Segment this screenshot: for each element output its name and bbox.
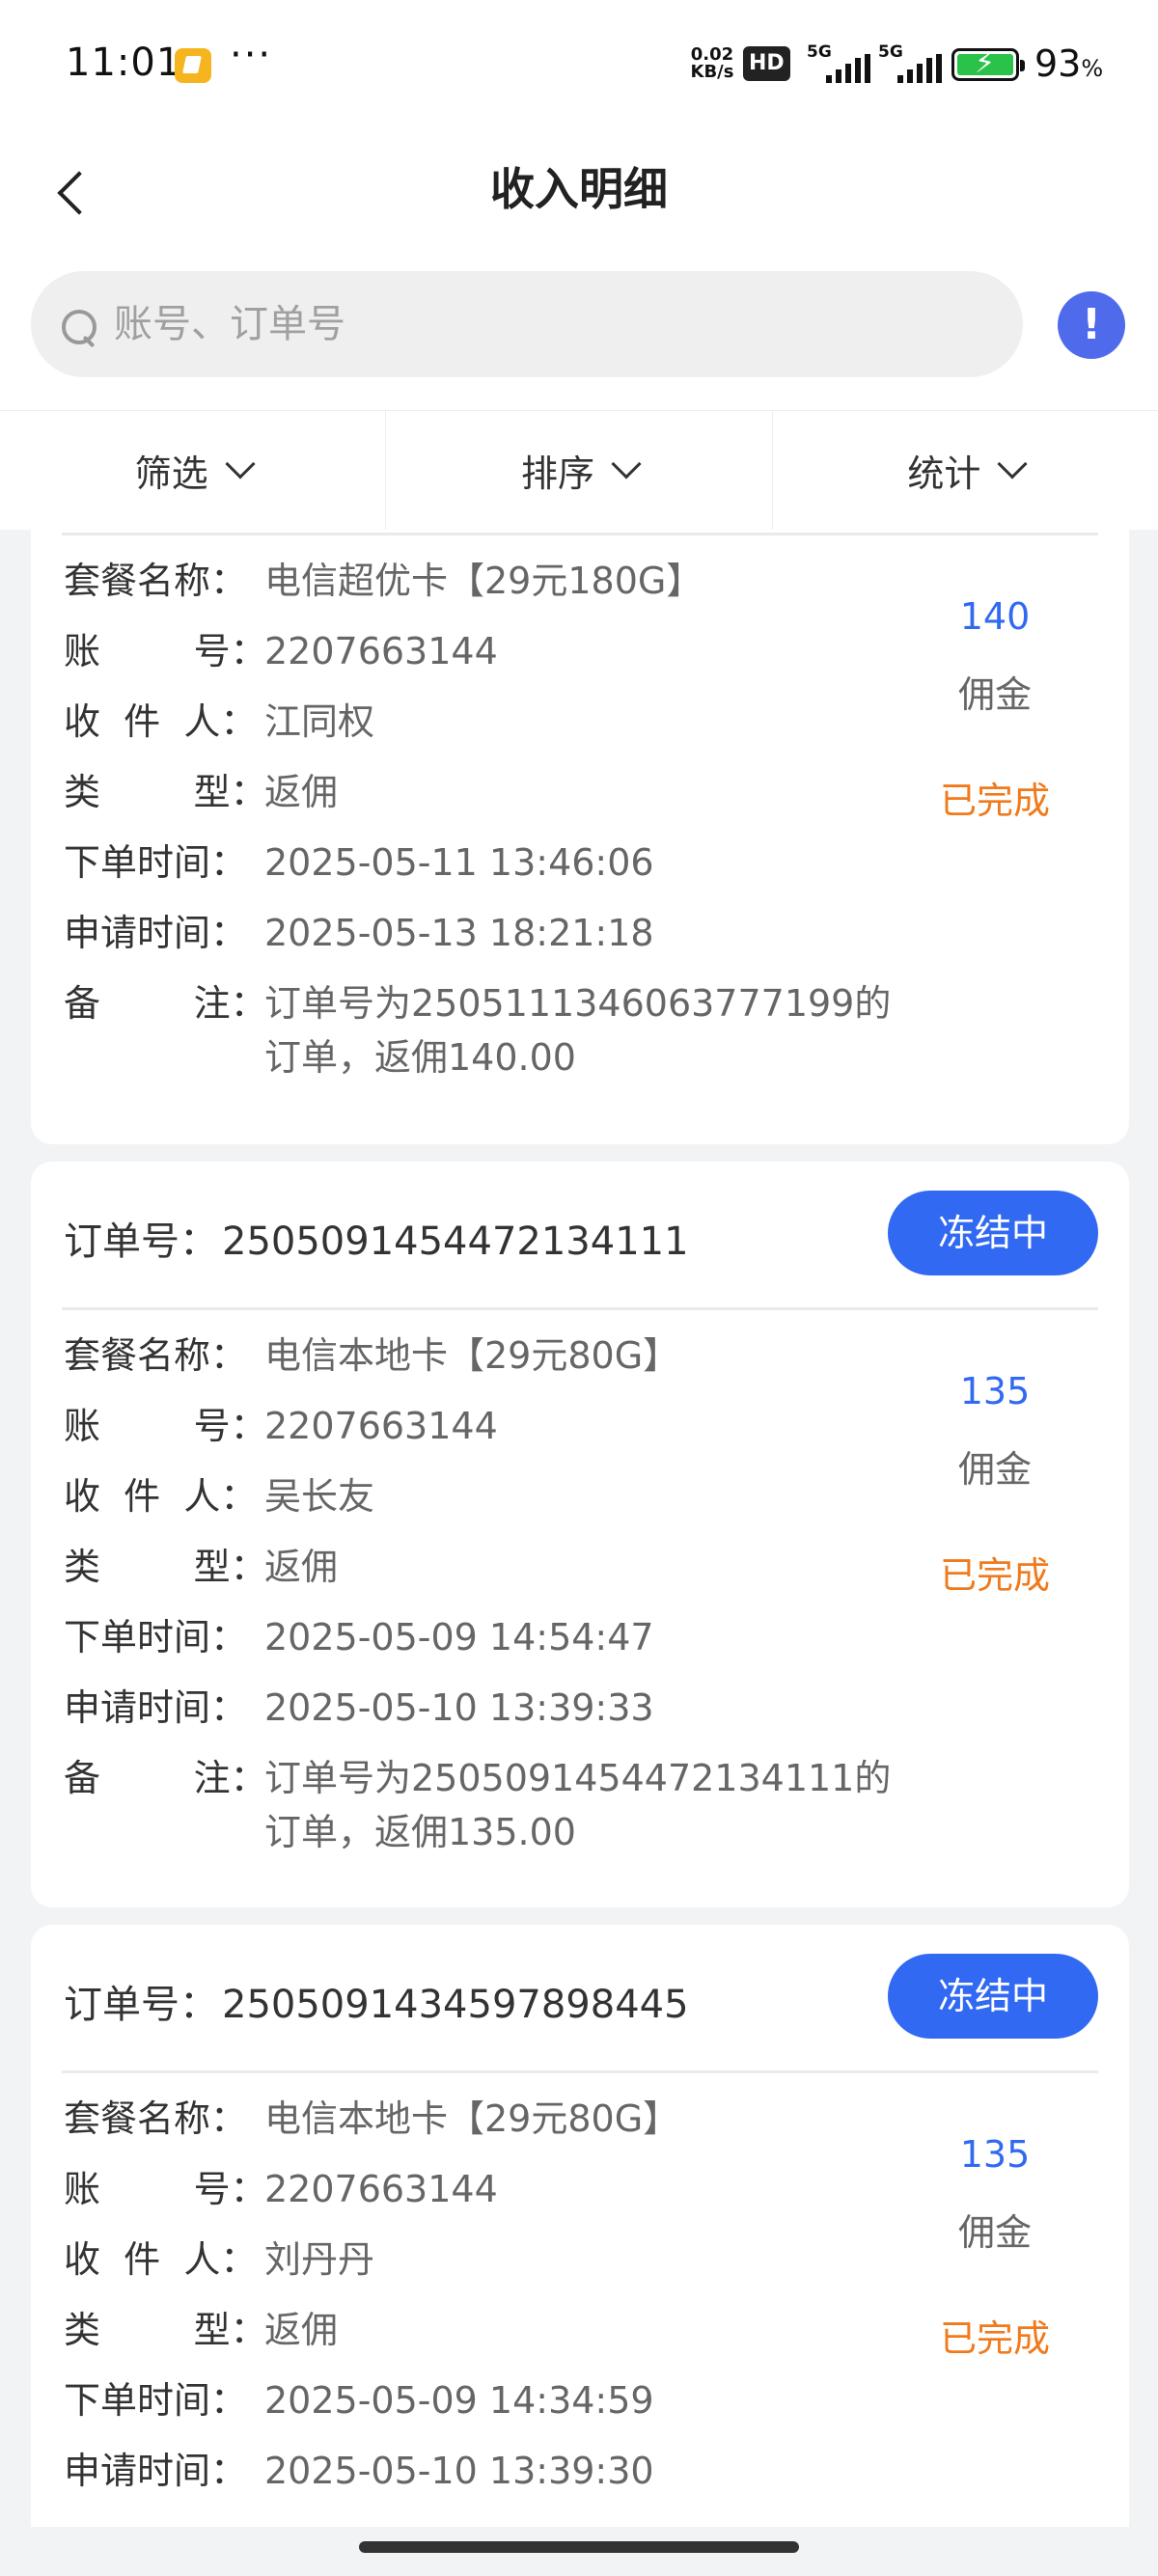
frozen-status-button[interactable]: 冻结中 [888, 1954, 1098, 2039]
search-input[interactable] [114, 290, 982, 358]
status-bar: 11:01 ··· 0.02 KB/s HD 5G 5G ⚡ 93% [0, 0, 1158, 135]
chevron-down-icon [611, 448, 642, 480]
income-detail-page: 11:01 ··· 0.02 KB/s HD 5G 5G ⚡ 93% 收入明细 … [0, 0, 1158, 2576]
battery-percent: 93% [1034, 42, 1104, 85]
signal-icon-sim1: 5G [807, 42, 874, 83]
frozen-status-button[interactable]: 冻结中 [888, 1191, 1098, 1275]
commission-amount: 140 [959, 595, 1031, 638]
chevron-down-icon [997, 448, 1028, 480]
status-badge: 已完成 [939, 1554, 1050, 1597]
order-card[interactable]: 订单号： 2505091454472134111 冻结中 套餐名称： 电信本地卡【2… [31, 1162, 1129, 1907]
search-box[interactable] [31, 271, 1023, 377]
order-number: 订单号： 2505091454472134111 [64, 1219, 689, 1264]
search-icon [56, 310, 96, 348]
notes-app-icon [175, 48, 211, 83]
remark-text: 订单号为2505091454472134111的 订单，返佣135.00 [264, 1757, 892, 1853]
info-button[interactable]: ! [1058, 291, 1125, 359]
signal-icon-sim2: 5G [878, 42, 946, 83]
commission-amount: 135 [959, 1370, 1031, 1412]
clock: 11:01 [66, 41, 182, 85]
home-indicator[interactable] [359, 2541, 799, 2553]
filter-dropdown[interactable]: 筛选 [0, 411, 387, 530]
order-card[interactable]: 订单号： 2505091434597898445 冻结中 套餐名称： 电信本地卡【2… [31, 1925, 1129, 2527]
charging-icon: ⚡ [975, 46, 996, 80]
filter-bar: 筛选 排序 统计 [0, 410, 1158, 530]
remark-text: 订单号为2505111346063777199的 订单，返佣140.00 [264, 982, 892, 1079]
statistics-dropdown[interactable]: 统计 [773, 411, 1158, 530]
status-badge: 已完成 [939, 780, 1050, 822]
commission-label: 佣金 [957, 1448, 1032, 1491]
sort-dropdown[interactable]: 排序 [386, 411, 773, 530]
chevron-down-icon [225, 448, 256, 480]
search-row: ! [0, 260, 1158, 410]
order-number: 订单号： 2505091434597898445 [64, 1983, 689, 2027]
income-list[interactable]: 套餐名称： 电信超优卡【29元180G】 账 号：2207663144 收 件 人… [0, 530, 1158, 2527]
hd-voice-badge: HD [743, 46, 790, 81]
order-card[interactable]: 套餐名称： 电信超优卡【29元180G】 账 号：2207663144 收 件 人… [31, 530, 1129, 1144]
commission-amount: 135 [959, 2133, 1031, 2176]
page-title: 收入明细 [490, 163, 668, 215]
navigation-bar: 收入明细 [0, 135, 1158, 260]
more-notifications-icon: ··· [230, 33, 273, 77]
commission-label: 佣金 [957, 673, 1032, 716]
network-speed: 0.02 KB/s [690, 44, 734, 82]
commission-label: 佣金 [957, 2211, 1032, 2254]
status-badge: 已完成 [939, 2317, 1050, 2360]
